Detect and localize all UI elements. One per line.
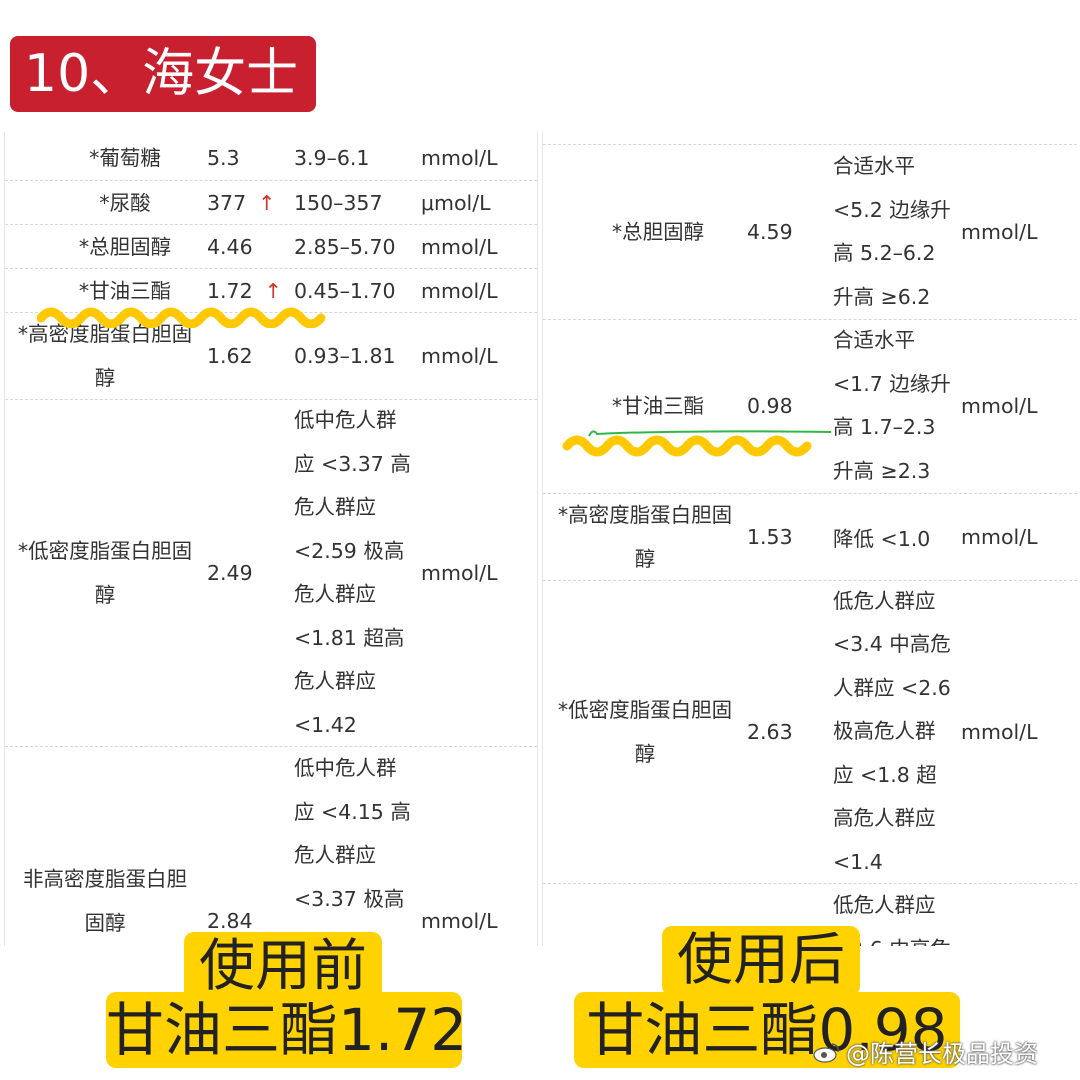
test-value: 4.46: [207, 234, 253, 259]
watermark: @陈营长极品投资: [812, 1034, 1038, 1069]
ref-line: 低中危人群: [294, 756, 397, 780]
weibo-icon: [813, 1042, 839, 1063]
name-line: 醇: [94, 366, 116, 390]
watermark-text: @陈营长极品投资: [846, 1040, 1038, 1068]
reference-range: 低中危人群 应 <4.15 高 危人群应 <3.37 极高: [294, 747, 411, 921]
arrow-up-icon: ↑: [258, 190, 276, 215]
unit: mmol/L: [421, 561, 498, 585]
unit: mmol/L: [421, 344, 498, 368]
test-value-flag: 377 ↑: [207, 181, 275, 224]
name-line: *低密度脂蛋白胆固: [17, 539, 193, 563]
ref-line: 合适水平: [833, 328, 915, 352]
ref-line: <1.7 边缘升: [833, 371, 951, 396]
unit: mmol/L: [961, 720, 1038, 744]
test-value: 4.59: [747, 220, 793, 244]
table-row: *总胆固醇 4.46 2.85–5.70 mmol/L: [5, 225, 537, 269]
ref-line: <3.37 极高: [294, 886, 405, 911]
test-value: 1.72: [207, 278, 253, 303]
test-value: 2.63: [747, 720, 793, 744]
unit: mmol/L: [961, 220, 1038, 244]
after-table: *总胆固醇 4.59 合适水平 <5.2 边缘升 高 5.2–6.2 升高 ≥6…: [542, 132, 1077, 946]
test-value: 2.49: [207, 561, 253, 585]
test-value: 0.98: [747, 394, 793, 418]
arrow-up-icon: ↑: [264, 278, 282, 303]
reference-range: 降低 <1.0: [833, 527, 931, 551]
test-value: 1.53: [747, 525, 793, 549]
table-row: 非高密度脂蛋白胆 固醇 2.84 低中危人群 应 <4.15 高 危人群应 <3…: [5, 747, 537, 946]
ref-line: 升高 ≥2.3: [833, 458, 931, 483]
after-label: 使用后: [662, 926, 860, 996]
ref-line: 低危人群应: [833, 588, 936, 613]
ref-line: 高危人群应: [833, 806, 936, 831]
reference-range: 3.9–6.1: [294, 146, 370, 170]
unit: μmol/L: [421, 190, 491, 215]
ref-line: <2.59 极高: [294, 538, 405, 563]
test-name: *总胆固醇: [611, 220, 705, 244]
name-line: 醇: [634, 547, 656, 571]
highlight-squiggle: [562, 430, 832, 457]
name-line: 醇: [94, 583, 116, 607]
ref-line: 应 <1.8 超: [833, 762, 937, 787]
ref-line: 应 <4.15 高: [294, 799, 411, 824]
ref-line: 合适水平: [833, 154, 915, 178]
test-name: *总胆固醇: [78, 234, 172, 259]
ref-line: 危人群应: [294, 843, 376, 867]
name-line: 固醇: [84, 911, 126, 935]
ref-line: 人群应 <2.6: [833, 675, 951, 700]
unit: mmol/L: [961, 394, 1038, 418]
ref-line: <5.2 边缘升: [833, 197, 951, 222]
reference-range: 合适水平 <5.2 边缘升 高 5.2–6.2 升高 ≥6.2: [833, 145, 951, 319]
unit: mmol/L: [421, 278, 498, 303]
ref-line: 升高 ≥6.2: [833, 284, 931, 309]
table-row: *尿酸 377 ↑ 150–357 μmol/L: [5, 181, 537, 225]
title-badge: 10、海女士: [10, 36, 316, 112]
table-row: *葡萄糖 5.3 3.9–6.1 mmol/L: [5, 136, 537, 181]
highlight-squiggle: [37, 307, 326, 328]
reference-range: 2.85–5.70: [294, 234, 396, 259]
name-line: *低密度脂蛋白胆固: [557, 698, 733, 722]
ref-line: 高 5.2–6.2: [833, 241, 936, 265]
unit: mmol/L: [961, 525, 1038, 549]
table-row: *甘油三酯 0.98 合适水平 <1.7 边缘升 高 1.7–2.3 升高 ≥2…: [543, 319, 1077, 494]
test-value: 5.3: [207, 146, 240, 170]
ref-line: <3.4 中高危: [833, 632, 951, 657]
unit: mmol/L: [421, 146, 498, 170]
ref-line: <1.4: [833, 849, 883, 874]
reference-range: 低中危人群 应 <3.37 高 危人群应 <2.59 极高 危人群应 <1.81…: [294, 400, 411, 746]
name-line: *高密度脂蛋白胆固: [557, 503, 733, 527]
reference-range: 低危人群应 <3.4 中高危 人群应 <2.6 极高危人群 应 <1.8 超 高…: [833, 581, 951, 883]
ref-line: 危人群应: [294, 669, 376, 693]
test-name: *高密度脂蛋白胆固 醇: [543, 494, 747, 580]
table-row: *低密度脂蛋白胆固 醇 2.49 低中危人群 应 <3.37 高 危人群应 <2…: [5, 400, 537, 747]
table-row: *高密度脂蛋白胆固 醇 1.53 降低 <1.0 mmol/L: [543, 494, 1077, 581]
ref-line: 应 <3.37 高: [294, 451, 411, 476]
test-name: *葡萄糖: [89, 146, 161, 170]
name-line: 醇: [634, 742, 656, 766]
ref-line: 低中危人群: [294, 408, 397, 432]
name-line: 非高密度脂蛋白胆: [23, 867, 187, 891]
ref-line: <1.81 超高: [294, 625, 405, 650]
test-name: 非高密度脂蛋白胆 固醇: [5, 857, 205, 946]
test-value: 377: [207, 190, 247, 215]
before-table: *葡萄糖 5.3 3.9–6.1 mmol/L *尿酸 377 ↑ 150–35…: [4, 132, 538, 946]
ref-line: 危人群应: [294, 495, 376, 519]
ref-line: <1.42: [294, 712, 357, 737]
title-text: 10、海女士: [24, 44, 299, 104]
ref-line: 危人群应: [294, 582, 376, 606]
test-name: *尿酸: [99, 190, 151, 215]
table-row: *低密度脂蛋白胆固 醇 2.63 低危人群应 <3.4 中高危 人群应 <2.6…: [543, 581, 1077, 884]
before-value-caption: 甘油三酯1.72: [106, 992, 467, 1068]
unit: mmol/L: [421, 909, 498, 933]
test-name: *低密度脂蛋白胆固 醇: [543, 581, 747, 883]
reference-range: 150–357: [294, 190, 383, 215]
test-name: *低密度脂蛋白胆固 醇: [5, 400, 205, 746]
ref-line: 高 1.7–2.3: [833, 415, 936, 439]
table-row: *总胆固醇 4.59 合适水平 <5.2 边缘升 高 5.2–6.2 升高 ≥6…: [543, 144, 1077, 320]
ref-line: 极高危人群: [833, 719, 936, 744]
unit: mmol/L: [421, 234, 498, 259]
ref-line: 低危人群应: [833, 893, 936, 917]
reference-range: 合适水平 <1.7 边缘升 高 1.7–2.3 升高 ≥2.3: [833, 319, 951, 493]
test-name: *甘油三酯: [611, 394, 705, 418]
